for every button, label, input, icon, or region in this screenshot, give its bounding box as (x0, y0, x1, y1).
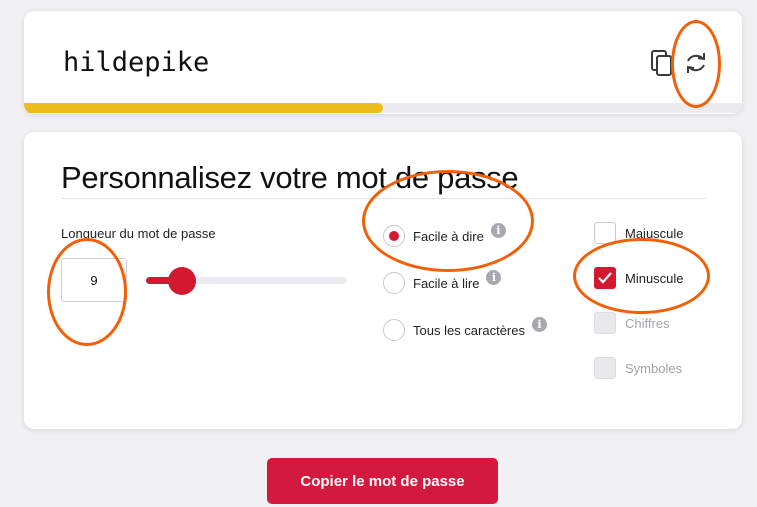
mode-all-characters[interactable]: Tous les caractères i (383, 316, 547, 342)
option-label: Symboles (625, 360, 683, 376)
option-lowercase[interactable]: Minuscule (594, 266, 684, 290)
checkbox-symbols[interactable] (594, 357, 616, 379)
mode-label: Tous les caractères (413, 322, 525, 338)
mode-easy-to-read[interactable]: Facile à lire i (383, 269, 502, 295)
radio-easy-to-say[interactable] (383, 225, 405, 247)
mode-label: Facile à dire (413, 228, 484, 244)
option-label: Majuscule (625, 225, 684, 241)
checkbox-uppercase[interactable] (594, 222, 616, 244)
option-uppercase[interactable]: Majuscule (594, 221, 684, 245)
copy-password-button[interactable]: Copier le mot de passe (267, 458, 498, 504)
info-icon[interactable]: i (490, 222, 506, 238)
password-config-card: Personnalisez votre mot de passe Longueu… (24, 132, 742, 429)
length-input[interactable] (61, 258, 127, 302)
length-label: Longueur du mot de passe (61, 226, 216, 241)
info-icon[interactable]: i (532, 316, 547, 332)
strength-bar-fill (24, 103, 383, 113)
checkmark-icon (598, 272, 612, 284)
option-label: Minuscule (625, 270, 684, 286)
title-divider (61, 198, 706, 199)
length-slider-handle[interactable] (168, 267, 197, 295)
option-digits[interactable]: Chiffres (594, 311, 670, 335)
checkbox-digits[interactable] (594, 312, 616, 334)
info-icon[interactable]: i (486, 269, 502, 285)
radio-easy-to-read[interactable] (383, 272, 405, 294)
length-slider[interactable] (146, 267, 347, 295)
generated-password: hildepike (63, 47, 210, 78)
mode-label: Facile à lire (413, 275, 480, 291)
checkbox-lowercase[interactable] (594, 267, 616, 289)
strength-bar (24, 103, 742, 113)
option-symbols[interactable]: Symboles (594, 356, 682, 380)
refresh-icon[interactable] (683, 48, 709, 78)
radio-all-characters[interactable] (383, 319, 405, 341)
option-label: Chiffres (625, 315, 670, 331)
mode-easy-to-say[interactable]: Facile à dire i (383, 222, 506, 248)
copy-icon[interactable] (649, 48, 675, 78)
password-display-card: hildepike (24, 11, 742, 114)
config-title: Personnalisez votre mot de passe (61, 160, 519, 195)
